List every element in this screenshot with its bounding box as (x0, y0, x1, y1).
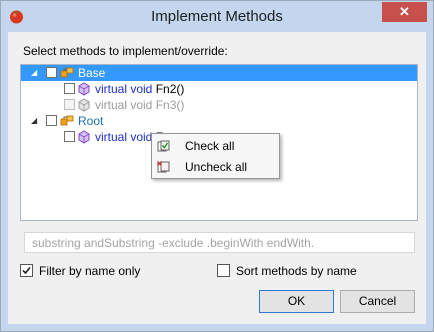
tree-row-root[interactable]: ◢ Root (21, 113, 417, 129)
fn2-checkbox[interactable] (64, 83, 75, 94)
checkmark-icon (22, 266, 31, 275)
class-icon (60, 115, 74, 126)
uncheck-all-icon (157, 161, 170, 173)
method-disabled-icon (78, 98, 90, 112)
tree-row-fn2[interactable]: virtual void Fn2() (21, 81, 417, 97)
ok-button[interactable]: OK (259, 290, 334, 313)
check-all-icon (157, 140, 170, 152)
instruction-label: Select methods to implement/override: (23, 44, 228, 58)
class-icon (60, 67, 74, 78)
sort-methods-label: Sort methods by name (236, 264, 357, 278)
method-modifier: virtual void (95, 82, 153, 96)
method-icon (78, 82, 90, 96)
close-icon: ✕ (399, 4, 410, 19)
base-checkbox[interactable] (46, 67, 57, 78)
menu-label: Check all (185, 139, 235, 153)
method-name: Fn2() (155, 82, 185, 96)
title-bar: Implement Methods ✕ (1, 1, 433, 32)
menu-label: Uncheck all (185, 160, 248, 174)
method-modifier: virtual void (95, 98, 153, 112)
menu-item-check-all[interactable]: Check all (152, 136, 279, 157)
window-title: Implement Methods (151, 8, 283, 25)
filter-by-name-checkbox[interactable] (20, 264, 33, 277)
expand-arrow-icon[interactable]: ◢ (31, 117, 39, 125)
filter-by-name-label: Filter by name only (39, 264, 141, 278)
root-checkbox[interactable] (46, 115, 57, 126)
tree-row-base[interactable]: ◢ Base (21, 65, 417, 81)
sort-methods-checkbox[interactable] (217, 264, 230, 277)
close-button[interactable]: ✕ (382, 2, 427, 22)
implement-methods-dialog: Implement Methods ✕ Select methods to im… (0, 0, 434, 332)
filter-by-name-option[interactable]: Filter by name only (20, 263, 180, 279)
cancel-button[interactable]: Cancel (340, 290, 415, 313)
expand-arrow-icon[interactable]: ◢ (31, 69, 39, 77)
filter-input[interactable]: substring andSubstring -exclude .beginWi… (24, 232, 415, 253)
sort-methods-option[interactable]: Sort methods by name (217, 263, 377, 279)
fn3-checkbox (64, 99, 75, 110)
f-checkbox[interactable] (64, 131, 75, 142)
dialog-client-area: Select methods to implement/override: ◢ … (8, 32, 426, 324)
class-label: Base (78, 66, 106, 80)
tree-row-fn3: virtual void Fn3() (21, 97, 417, 113)
method-modifier: virtual void (95, 130, 153, 144)
context-menu: Check all Uncheck all (151, 133, 280, 179)
method-name: Fn3() (155, 98, 185, 112)
class-label: Root (78, 114, 104, 128)
method-icon (78, 130, 90, 144)
menu-item-uncheck-all[interactable]: Uncheck all (152, 157, 279, 178)
